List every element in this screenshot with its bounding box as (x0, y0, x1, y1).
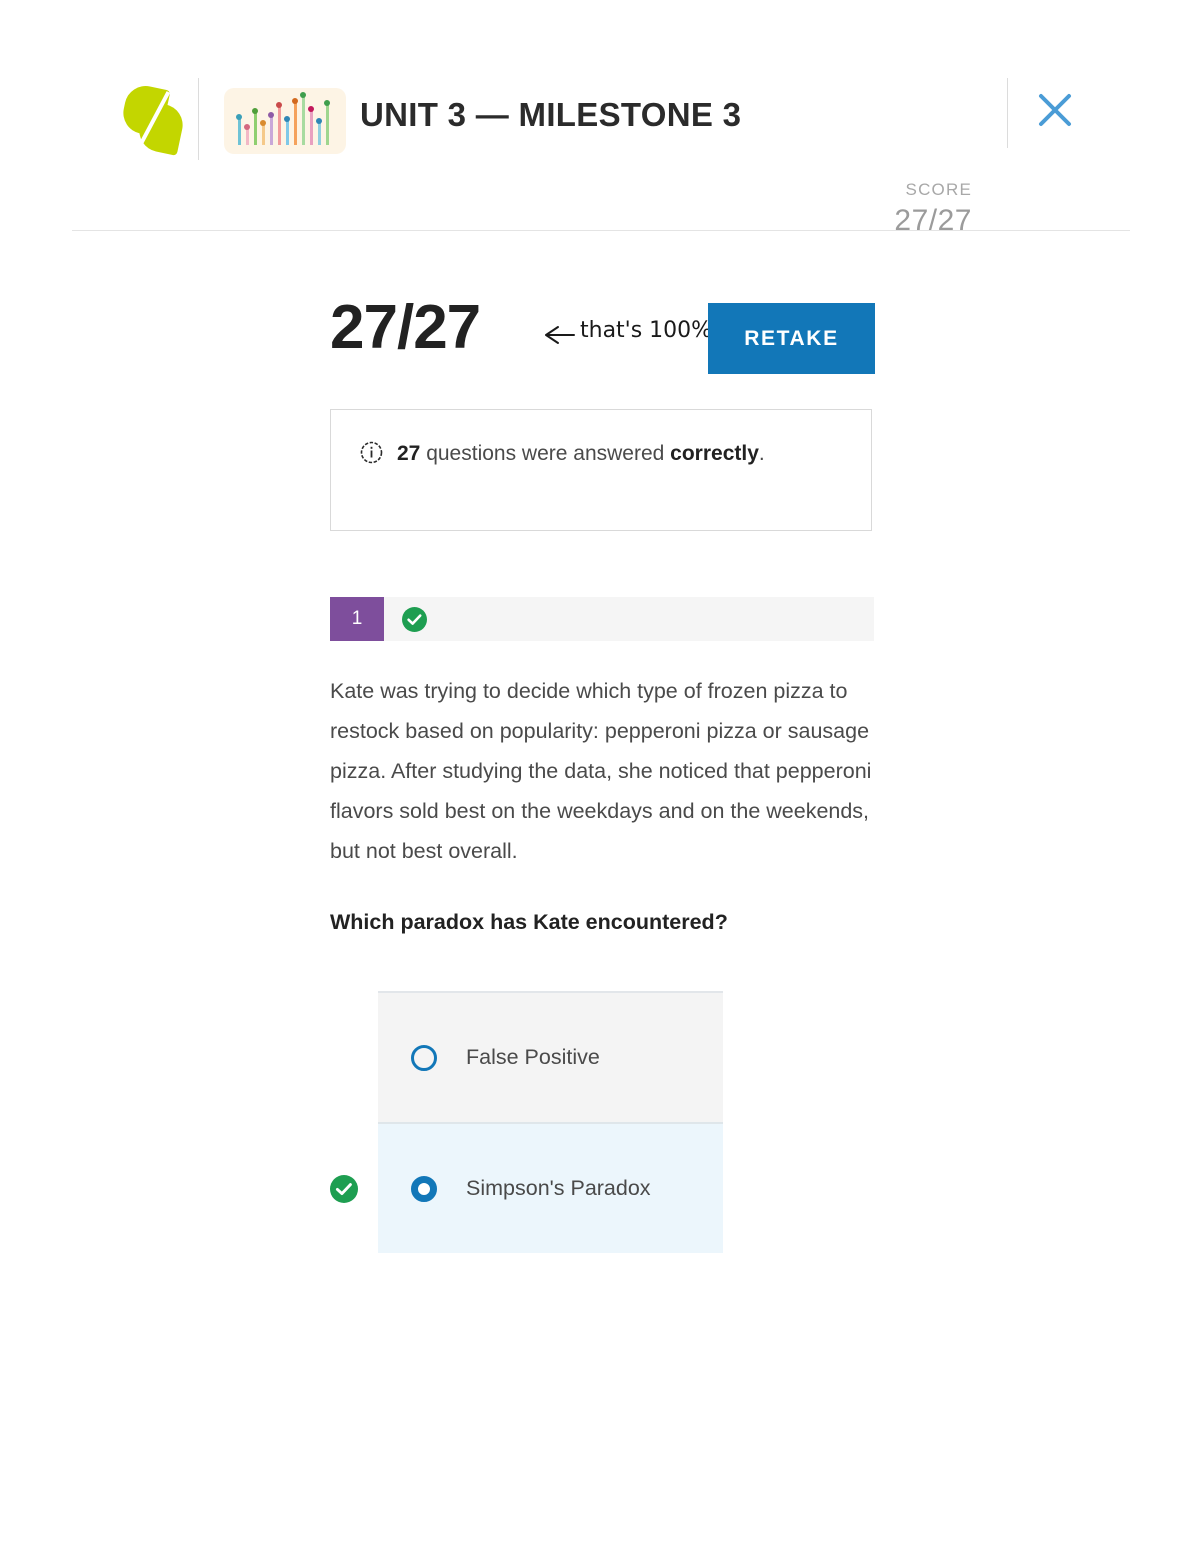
left-arrow-icon (542, 322, 576, 353)
info-text-mid: questions were answered (420, 442, 671, 465)
check-circle-icon (402, 606, 427, 632)
header-rule (72, 230, 1130, 231)
info-circle-icon (360, 441, 383, 464)
close-x-icon[interactable] (1033, 88, 1077, 132)
retake-button[interactable]: RETAKE (708, 303, 875, 374)
question-body: Kate was trying to decide which type of … (330, 679, 872, 863)
results-content: 27/27 that's 100% RETAKE 27 questions we… (330, 280, 875, 1253)
header-divider (198, 78, 199, 160)
info-count: 27 (397, 442, 421, 465)
big-score: 27/27 (330, 293, 481, 362)
info-emphasis: correctly (670, 442, 759, 465)
answer-option-label: False Positive (466, 1045, 600, 1069)
answer-option-label: Simpson's Paradox (466, 1176, 651, 1200)
score-summary-row: 27/27 that's 100% RETAKE (330, 280, 875, 374)
info-box: 27 questions were answered correctly. (330, 409, 872, 531)
info-text-end: . (758, 442, 765, 465)
check-circle-icon (330, 1174, 358, 1203)
answer-option-false-positive[interactable]: False Positive (378, 991, 723, 1122)
score-label: SCORE (905, 180, 972, 199)
question-header: 1 (330, 597, 874, 641)
question-prompt: Which paradox has Kate encountered? (330, 910, 728, 934)
lollipop-chart-icon (224, 88, 346, 154)
sophia-leaf-logo[interactable] (119, 82, 187, 156)
radio-button-unselected[interactable] (411, 1044, 437, 1071)
app-header: UNIT 3 — MILESTONE 3 SCORE 27/27 (0, 0, 1200, 237)
answer-options: False Positive Simpson's Paradox (330, 991, 875, 1253)
score-annotation: that's 100% (580, 318, 713, 343)
radio-button-selected[interactable] (411, 1175, 437, 1202)
question-number-badge: 1 (330, 597, 384, 641)
answer-option-simpsons-paradox[interactable]: Simpson's Paradox (330, 1122, 723, 1253)
page-title: UNIT 3 — MILESTONE 3 (360, 96, 742, 133)
score-value: 27/27 (894, 204, 972, 237)
close-divider (1007, 78, 1008, 148)
